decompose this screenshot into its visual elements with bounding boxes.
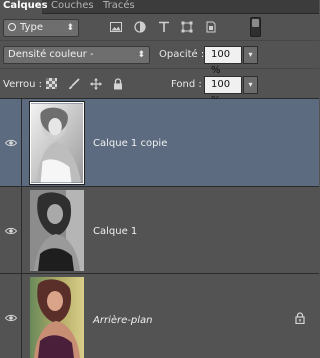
- layer-name[interactable]: Calque 1 copie: [93, 138, 167, 149]
- lock-label: Verrou :: [3, 79, 43, 90]
- tab-calques[interactable]: Calques: [0, 0, 48, 14]
- fill-slider-button[interactable]: ▾: [243, 76, 258, 94]
- layer-thumbnail: [29, 101, 85, 185]
- layer-row-calque-1-copie[interactable]: Calque 1 copie: [0, 99, 319, 187]
- lock-image-pixels-icon[interactable]: [68, 78, 80, 90]
- opacity-input[interactable]: 100 %: [204, 46, 242, 76]
- eye-icon[interactable]: [5, 227, 17, 235]
- opacity-slider-button[interactable]: ▾: [243, 46, 258, 64]
- blend-mode-select[interactable]: Densité couleur - ⬍: [3, 46, 150, 64]
- text-filter-icon[interactable]: [158, 21, 170, 33]
- layers-panel: Calques Couches Tracés Type ⬍ Densité co…: [0, 0, 319, 358]
- chevron-updown-icon: ⬍: [137, 50, 145, 60]
- layer-name[interactable]: Arrière-plan: [93, 315, 152, 326]
- filter-kind-label: Type: [20, 22, 43, 33]
- adjustment-filter-icon[interactable]: [134, 21, 146, 33]
- layer-thumbnail: [30, 277, 84, 358]
- fill-label: Fond :: [171, 79, 202, 90]
- lock-position-icon[interactable]: [90, 78, 102, 90]
- visibility-column: [0, 274, 22, 358]
- filter-row: Type ⬍: [0, 14, 319, 41]
- visibility-column: [0, 99, 22, 186]
- opacity-label: Opacité :: [159, 49, 205, 60]
- layer-row-calque-1[interactable]: Calque 1: [0, 187, 319, 274]
- smart-object-filter-icon[interactable]: [205, 21, 217, 33]
- panel-tab-bar: Calques Couches Tracés: [0, 0, 319, 14]
- blend-mode-value: Densité couleur -: [8, 49, 94, 60]
- eye-icon[interactable]: [5, 139, 17, 147]
- eye-icon[interactable]: [5, 314, 17, 322]
- chevron-updown-icon: ⬍: [66, 23, 74, 33]
- tab-traces[interactable]: Tracés: [100, 0, 140, 13]
- visibility-column: [0, 187, 22, 273]
- filter-toggle-switch[interactable]: [250, 17, 261, 37]
- tab-couches[interactable]: Couches: [48, 0, 96, 13]
- lock-icon: [295, 312, 305, 324]
- search-icon: [8, 23, 16, 31]
- lock-row: Verrou : Fond : 100 % ▾: [0, 69, 319, 106]
- image-filter-icon[interactable]: [110, 21, 122, 33]
- layer-thumbnail: [30, 190, 84, 271]
- blend-row: Densité couleur - ⬍ Opacité : 100 % ▾: [0, 41, 319, 76]
- filter-kind-select[interactable]: Type ⬍: [3, 19, 79, 37]
- layer-row-arriere-plan[interactable]: Arrière-plan: [0, 274, 319, 358]
- lock-all-icon[interactable]: [112, 78, 124, 90]
- shape-filter-icon[interactable]: [181, 21, 193, 33]
- fill-input[interactable]: 100 %: [204, 76, 242, 106]
- lock-transparent-pixels-icon[interactable]: [46, 78, 57, 89]
- layer-name[interactable]: Calque 1: [93, 226, 137, 237]
